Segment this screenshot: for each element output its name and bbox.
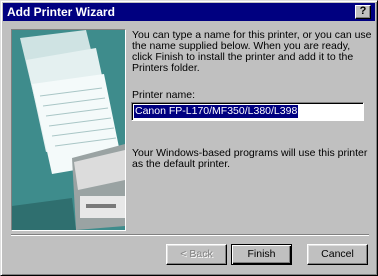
printer-name-label: Printer name: [132, 89, 196, 101]
printer-name-selected-text: Canon FP-L170/MF350/L380/L398 [134, 105, 299, 118]
finish-button[interactable]: Finish [231, 244, 292, 265]
back-button[interactable]: < Back [166, 244, 227, 265]
intro-text: You can type a name for this printer, or… [132, 29, 372, 74]
button-separator [11, 234, 369, 236]
default-printer-description: Your Windows-based programs will use thi… [132, 147, 368, 170]
printer-illustration-icon [12, 30, 125, 230]
wizard-printer-illustration [11, 29, 126, 231]
help-button[interactable]: ? [355, 5, 371, 19]
add-printer-wizard-window: Add Printer Wizard ? You can type a name… [0, 0, 378, 276]
title-bar: Add Printer Wizard [3, 3, 375, 21]
window-title: Add Printer Wizard [7, 5, 115, 19]
printer-name-input[interactable]: Canon FP-L170/MF350/L380/L398 [131, 102, 364, 121]
cancel-button[interactable]: Cancel [307, 244, 368, 265]
